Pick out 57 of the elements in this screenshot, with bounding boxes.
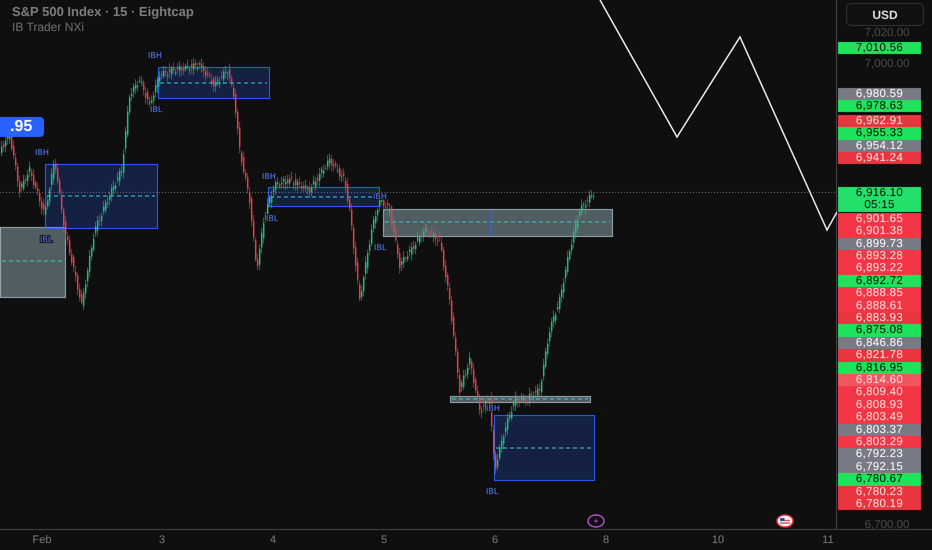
price-tag: 6,821.78 [838, 349, 921, 362]
price-tag: 6,962.91 [838, 114, 921, 128]
price-tag: 6,901.65 [838, 212, 921, 226]
price-tag: 6,888.61 [838, 300, 921, 312]
date-label: 11 [822, 533, 834, 547]
date-label: 3 [158, 533, 166, 547]
zone-label: IBH [262, 172, 276, 181]
date-label: 10 [712, 533, 724, 547]
price-tag: 6,875.08 [838, 324, 921, 337]
date-label: 4 [270, 533, 276, 547]
price-tag: 6,846.86 [838, 336, 921, 350]
price-tag: 6,803.29 [838, 436, 921, 448]
date-label: 8 [602, 533, 610, 547]
price-tag: 6,955.33 [838, 127, 921, 140]
zone-label: IBL [150, 105, 162, 114]
price-tag: 6,780.19 [838, 498, 921, 510]
price-tag: 6,916.10 05:15 [838, 186, 921, 212]
axis-price-label: 7,000.00 [864, 58, 910, 70]
indicator-name: IB Trader NXi [12, 20, 86, 35]
zone-label: IBH [148, 51, 162, 60]
price-tag: 6,893.22 [838, 262, 921, 275]
date-label: 5 [380, 533, 388, 547]
price-tag: 6,892.72 [838, 274, 921, 288]
price-tag: 6,803.37 [838, 424, 921, 436]
zone-label: IBL [486, 487, 498, 496]
price-tag: 6,978.63 [838, 100, 921, 112]
price-tag: 6,883.93 [838, 312, 921, 324]
price-tag: 6,780.23 [838, 486, 921, 498]
price-label: .95 [0, 117, 44, 137]
price-tag: 6,780.67 [838, 473, 921, 486]
currency-button[interactable]: USD [846, 3, 924, 26]
date-label: 6 [492, 533, 498, 547]
price-tag: 7,010.56 [838, 42, 921, 54]
price-tag: 6,816.95 [838, 362, 921, 374]
zone-label: IBL [40, 235, 52, 244]
lightning-icon[interactable] [587, 514, 605, 528]
zone-label: IBL [266, 214, 278, 223]
axis-price-label: 6,700.00 [864, 519, 910, 531]
zone-label: IBL [374, 243, 386, 252]
price-tag: 6,792.23 [838, 448, 921, 461]
axis-price-label: 7,020.00 [864, 27, 910, 39]
price-tag: 6,901.38 [838, 225, 921, 238]
price-tag: 6,814.60 [838, 374, 921, 386]
price-tag: 6,808.93 [838, 398, 921, 412]
price-tag: 6,792.15 [838, 460, 921, 474]
flag-icon[interactable] [776, 514, 794, 528]
price-tag: 6,809.40 [838, 386, 921, 399]
price-tag: 6,980.59 [838, 88, 921, 100]
price-tag: 6,941.24 [838, 152, 921, 164]
date-label: Feb [32, 533, 52, 547]
price-tag: 6,803.49 [838, 411, 921, 424]
zone-label: IBH [35, 148, 49, 157]
price-tag: 6,888.85 [838, 287, 921, 300]
price-tag: 6,954.12 [838, 140, 921, 152]
price-tag: 6,893.28 [838, 250, 921, 262]
price-tag: 6,899.73 [838, 238, 921, 250]
chart-title: S&P 500 Index · 15 · Eightcap [12, 4, 194, 20]
